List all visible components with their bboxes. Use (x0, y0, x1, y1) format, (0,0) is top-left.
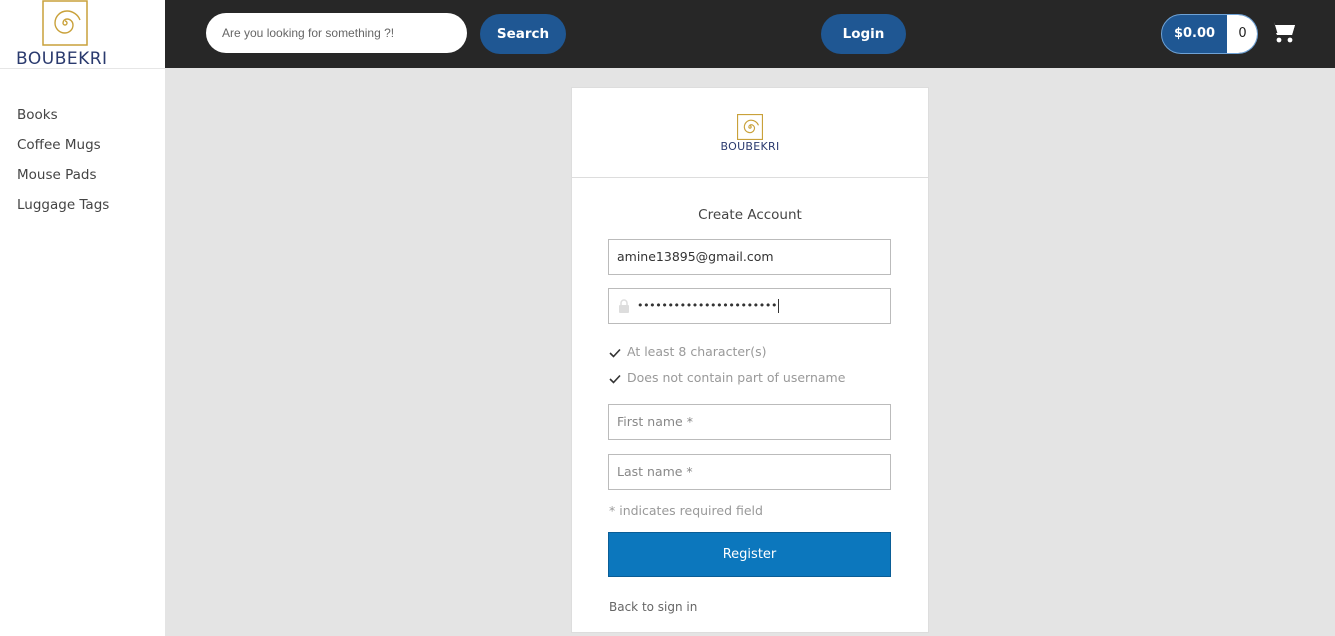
back-to-sign-in-link[interactable]: Back to sign in (609, 600, 697, 614)
lock-icon (619, 299, 629, 313)
last-name-field[interactable]: Last name * (608, 454, 891, 490)
brand-name: BOUBEKRI (16, 49, 108, 69)
password-rule-text: Does not contain part of username (627, 370, 846, 385)
page-title: Create Account (698, 207, 802, 223)
password-rule: At least 8 character(s) (609, 343, 766, 361)
search-button[interactable]: Search (480, 14, 566, 54)
search-input[interactable] (206, 13, 467, 53)
spiral-logo-icon (42, 0, 88, 46)
category-coffee-mugs[interactable]: Coffee Mugs (17, 136, 109, 166)
password-field[interactable]: ••••••••••••••••••••••• (608, 288, 891, 324)
category-mouse-pads[interactable]: Mouse Pads (17, 166, 109, 196)
card-header: BOUBEKRI (572, 88, 928, 178)
spiral-logo-icon (737, 114, 763, 140)
category-luggage-tags[interactable]: Luggage Tags (17, 196, 109, 226)
category-list: Books Coffee Mugs Mouse Pads Luggage Tag… (17, 106, 109, 226)
login-button[interactable]: Login (821, 14, 906, 54)
create-account-card: BOUBEKRI Create Account amine13895@gmail… (571, 87, 929, 633)
category-books[interactable]: Books (17, 106, 109, 136)
cart-count: 0 (1227, 15, 1257, 53)
password-rule: Does not contain part of username (609, 369, 845, 387)
shopping-cart-icon[interactable] (1270, 20, 1296, 44)
cart-total: $0.00 (1173, 26, 1216, 41)
password-rule-text: At least 8 character(s) (627, 344, 767, 359)
required-note: * indicates required field (609, 503, 763, 518)
text-caret (778, 299, 780, 313)
check-icon (609, 348, 621, 358)
email-field[interactable]: amine13895@gmail.com (608, 239, 891, 275)
first-name-field[interactable]: First name * (608, 404, 891, 440)
password-mask: ••••••••••••••••••••••• (637, 299, 780, 313)
check-icon (609, 374, 621, 384)
brand[interactable]: BOUBEKRI (0, 0, 165, 69)
card-brand-name: BOUBEKRI (720, 140, 780, 153)
top-bar: Search Login $0.00 0 (165, 0, 1335, 68)
register-button[interactable]: Register (608, 532, 891, 577)
sidebar: BOUBEKRI Books Coffee Mugs Mouse Pads Lu… (0, 0, 165, 636)
cart-summary[interactable]: $0.00 0 (1161, 14, 1258, 54)
